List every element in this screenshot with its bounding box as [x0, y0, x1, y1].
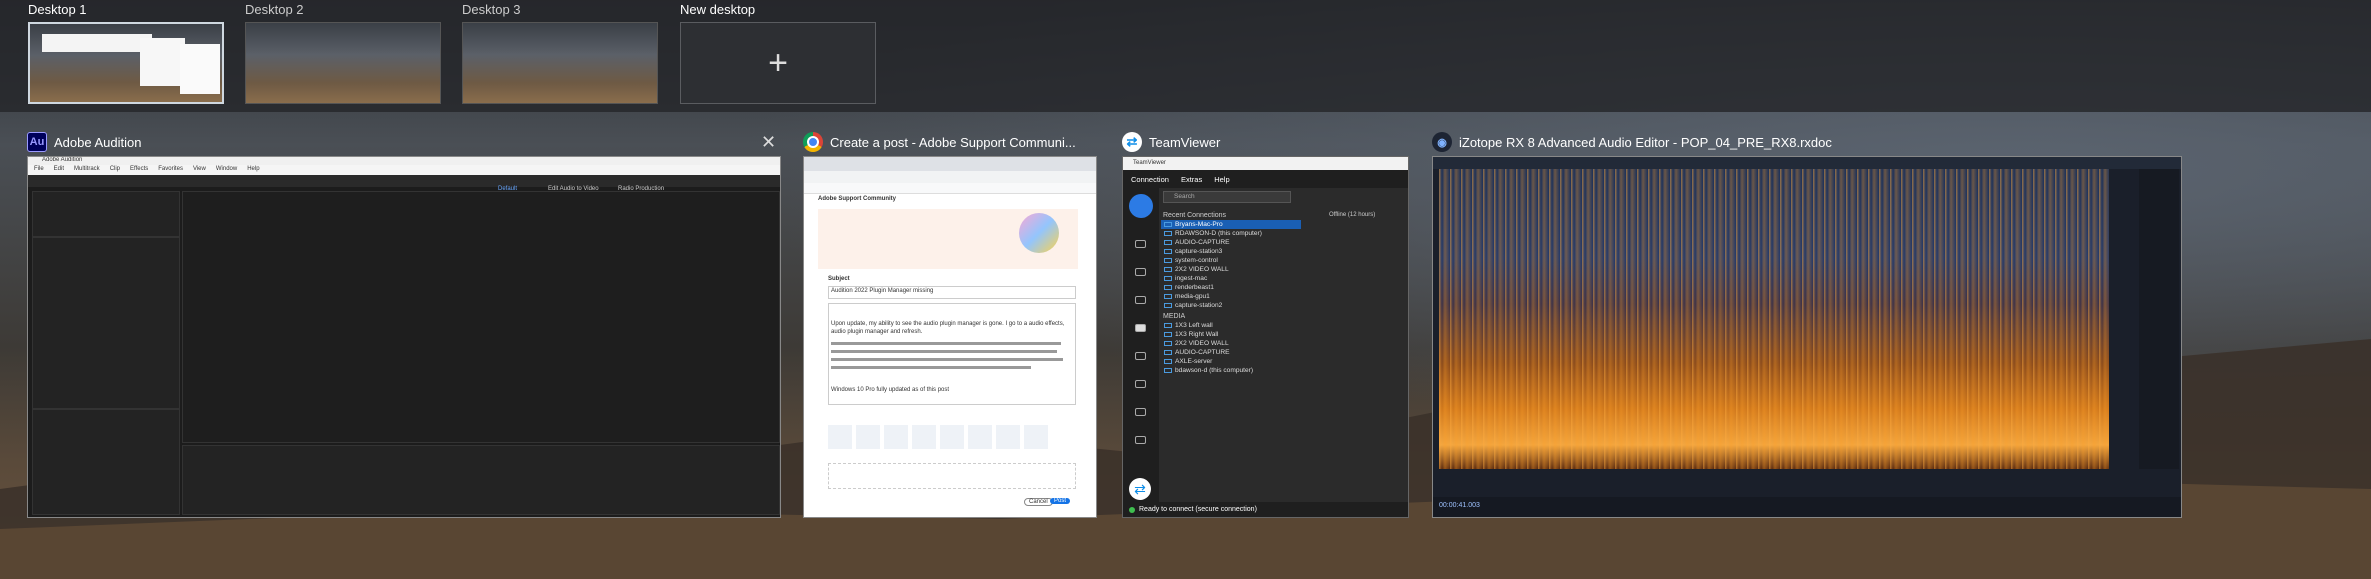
status-dot-icon [1129, 506, 1135, 513]
window-title-bar: Au Adobe Audition [27, 130, 141, 154]
list-item[interactable]: 1X3 Right Wall [1161, 330, 1301, 339]
contacts-icon[interactable] [1135, 296, 1146, 304]
audition-app-icon: Au [27, 132, 47, 152]
list-item[interactable]: ingest-mac [1161, 274, 1301, 283]
teamviewer-menu: Connection Extras Help [1123, 170, 1408, 188]
desktop-2-label: Desktop 2 [245, 2, 304, 17]
time-display: 00:00:41.003 [1439, 502, 1480, 509]
menu-help[interactable]: Help [1214, 175, 1229, 184]
window-title: iZotope RX 8 Advanced Audio Editor - POP… [1459, 134, 1832, 150]
window-title-bar: ⇄ TeamViewer [1122, 130, 1220, 154]
close-icon[interactable]: ✕ [761, 132, 776, 153]
computers-icon[interactable] [1135, 324, 1146, 332]
cancel-button[interactable]: Cancel [1024, 498, 1053, 506]
list-item[interactable]: 2X2 VIDEO WALL [1161, 339, 1301, 348]
teamviewer-preview[interactable]: TeamViewer Connection Extras Help ⇄ Sear… [1122, 156, 1409, 518]
window-title: TeamViewer [1149, 134, 1221, 150]
avatar[interactable] [1129, 194, 1153, 218]
transport-bar: 00:00:41.003 [1433, 497, 2181, 517]
audition-menu-bar: File Edit Multitrack Clip Effects Favori… [34, 166, 260, 172]
post-footer-text: Windows 10 Pro fully updated as of this … [831, 387, 950, 393]
new-desktop-button[interactable]: + [680, 22, 876, 104]
teamviewer-logo-icon: ⇄ [1129, 478, 1151, 500]
menu-effects[interactable]: Effects [130, 166, 148, 172]
subject-label: Subject [828, 276, 850, 282]
teamviewer-sidebar: ⇄ [1123, 188, 1159, 517]
plus-icon: + [768, 43, 788, 82]
desktop-1-thumbnail[interactable] [28, 22, 224, 104]
desktop-3-label: Desktop 3 [462, 2, 521, 17]
menu-favorites[interactable]: Favorites [158, 166, 183, 172]
teamviewer-app-icon: ⇄ [1122, 132, 1142, 152]
list-item[interactable]: bdawson-d (this computer) [1161, 366, 1301, 375]
menu-connection[interactable]: Connection [1131, 175, 1169, 184]
post-body[interactable]: Upon update, my ability to see the audio… [831, 320, 1069, 336]
new-desktop-label: New desktop [680, 2, 756, 17]
list-item[interactable]: capture-station3 [1161, 247, 1301, 256]
augmented-reality-icon[interactable] [1135, 380, 1146, 388]
offline-status: Offline (12 hours) [1329, 212, 1376, 218]
izotope-preview[interactable]: 00:00:41.003 [1432, 156, 2182, 518]
tools-icon[interactable] [1135, 408, 1146, 416]
menu-file[interactable]: File [34, 166, 44, 172]
desktop-1-label: Desktop 1 [28, 2, 87, 17]
chat-icon[interactable] [1135, 352, 1146, 360]
window-title: Adobe Audition [54, 134, 142, 150]
recent-connections-header[interactable]: Recent Connections [1161, 211, 1301, 220]
gift-icon[interactable] [1135, 436, 1146, 444]
media-group-header[interactable]: MEDIA [1161, 312, 1301, 321]
menu-help[interactable]: Help [247, 166, 259, 172]
desktop-3-thumbnail[interactable] [462, 22, 658, 104]
menu-window[interactable]: Window [216, 166, 237, 172]
window-title: Create a post - Adobe Support Communi... [830, 134, 1076, 150]
list-item[interactable]: renderbeast1 [1161, 283, 1301, 292]
list-item[interactable]: AXLE-server [1161, 357, 1301, 366]
menu-edit[interactable]: Edit [54, 166, 64, 172]
teamviewer-inner-title: TeamViewer [1133, 160, 1166, 166]
list-item[interactable]: 2X2 VIDEO WALL [1161, 265, 1301, 274]
module-list[interactable] [2139, 169, 2179, 469]
list-item[interactable]: system-control [1161, 256, 1301, 265]
status-bar: Ready to connect (secure connection) [1123, 502, 1408, 517]
site-header: Adobe Support Community [818, 196, 896, 202]
list-item[interactable]: AUDIO-CAPTURE [1161, 348, 1301, 357]
list-item[interactable]: Bryans-Mac-Pro [1161, 220, 1301, 229]
status-text: Ready to connect (secure connection) [1139, 506, 1257, 513]
list-item[interactable]: capture-station2 [1161, 301, 1301, 310]
menu-multitrack[interactable]: Multitrack [74, 166, 100, 172]
list-item[interactable]: AUDIO-CAPTURE [1161, 238, 1301, 247]
computer-list: Recent Connections Bryans-Mac-Pro RDAWSO… [1161, 211, 1301, 375]
chrome-preview[interactable]: Adobe Support Community Subject Audition… [803, 156, 1097, 518]
window-title-bar: ◉ iZotope RX 8 Advanced Audio Editor - P… [1432, 130, 1832, 154]
meeting-icon[interactable] [1135, 268, 1146, 276]
menu-extras[interactable]: Extras [1181, 175, 1202, 184]
search-input[interactable]: Search [1163, 191, 1291, 203]
list-item[interactable]: RDAWSON-D (this computer) [1161, 229, 1301, 238]
window-title-bar: Create a post - Adobe Support Communi... [803, 130, 1076, 154]
audition-inner-title: Adobe Audition [42, 157, 83, 163]
list-item[interactable]: 1X3 Left wall [1161, 321, 1301, 330]
chrome-app-icon [803, 132, 823, 152]
menu-clip[interactable]: Clip [110, 166, 120, 172]
desktop-2-thumbnail[interactable] [245, 22, 441, 104]
remote-control-icon[interactable] [1135, 240, 1146, 248]
audition-preview[interactable]: Adobe Audition File Edit Multitrack Clip… [27, 156, 781, 518]
post-button[interactable]: Post [1050, 498, 1071, 504]
izotope-app-icon: ◉ [1432, 132, 1452, 152]
menu-view[interactable]: View [193, 166, 206, 172]
spectrogram[interactable] [1439, 169, 2109, 469]
subject-input[interactable]: Audition 2022 Plugin Manager missing [831, 288, 933, 294]
list-item[interactable]: media-gpu1 [1161, 292, 1301, 301]
